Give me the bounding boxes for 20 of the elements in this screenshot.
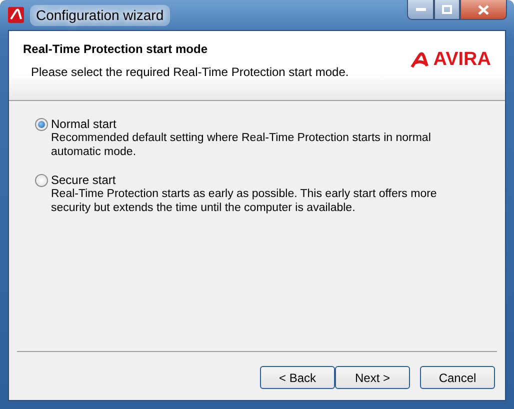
radio-button[interactable] — [35, 118, 48, 131]
maximize-button[interactable] — [434, 0, 460, 20]
next-button[interactable]: Next > — [335, 366, 410, 389]
option-label[interactable]: Normal start — [51, 117, 461, 131]
minimize-icon — [416, 8, 426, 12]
radio-button[interactable] — [35, 174, 48, 187]
close-button[interactable] — [460, 0, 507, 20]
page-subtitle: Please select the required Real-Time Protection start mode. — [30, 64, 349, 81]
back-button[interactable]: < Back — [260, 366, 335, 389]
option-label[interactable]: Secure start — [51, 173, 461, 187]
close-icon — [478, 4, 489, 14]
option-description: Recommended default setting where Real-Time Protection starts in normal automatic mode. — [51, 131, 432, 159]
logo-icon — [410, 52, 430, 68]
minimize-button[interactable] — [407, 0, 434, 20]
cancel-button[interactable]: Cancel — [420, 366, 495, 389]
maximize-icon — [442, 5, 452, 14]
logo-text: AVIRA — [433, 48, 491, 72]
option-description: Real-Time Protection starts as early as possible. This early start offers more security but extends the time until the computer is available. — [51, 187, 438, 215]
app-icon — [8, 7, 24, 23]
page-title: Real-Time Protection start mode — [23, 41, 208, 58]
